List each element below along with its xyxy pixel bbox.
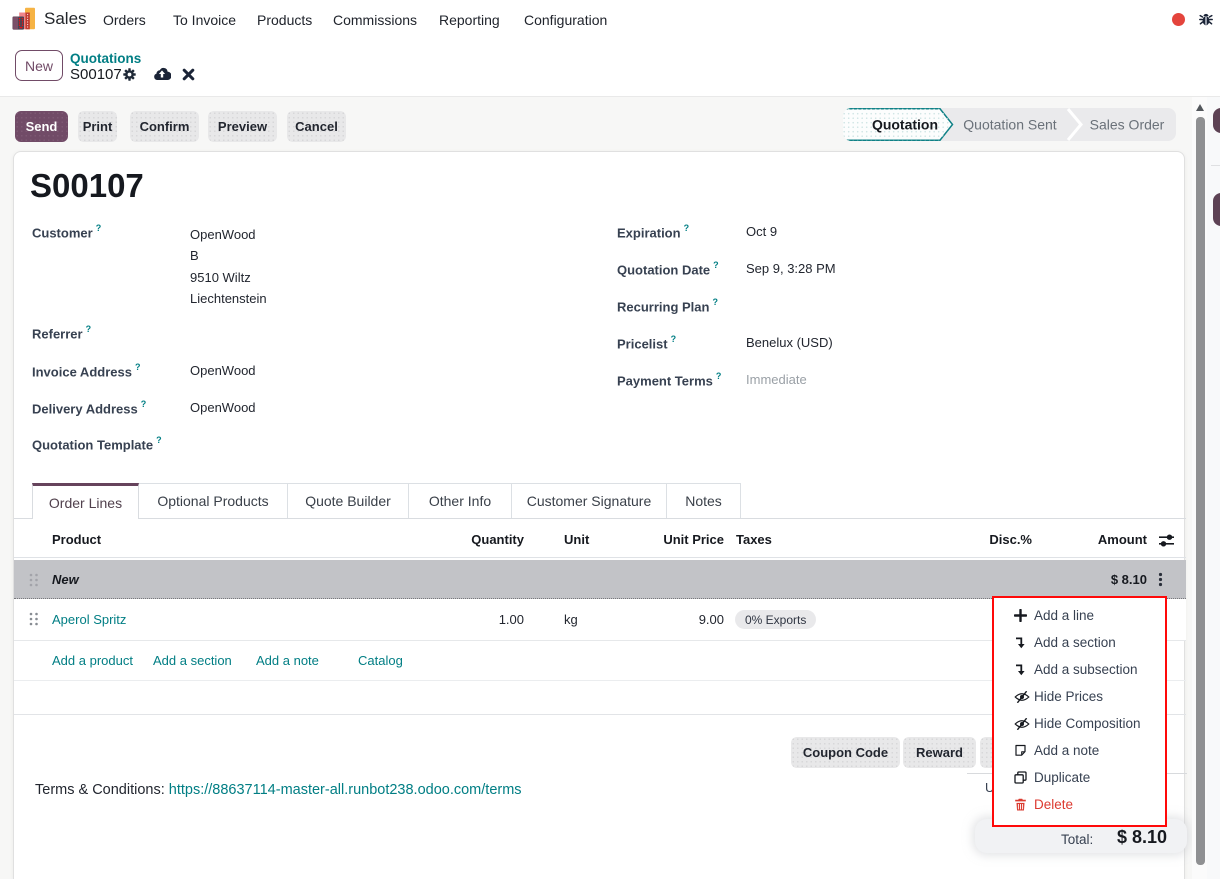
svg-text:Quotation: Quotation xyxy=(872,117,938,133)
svg-text:Quotation Sent: Quotation Sent xyxy=(963,117,1057,133)
svg-text:Sales Order: Sales Order xyxy=(1090,117,1165,133)
